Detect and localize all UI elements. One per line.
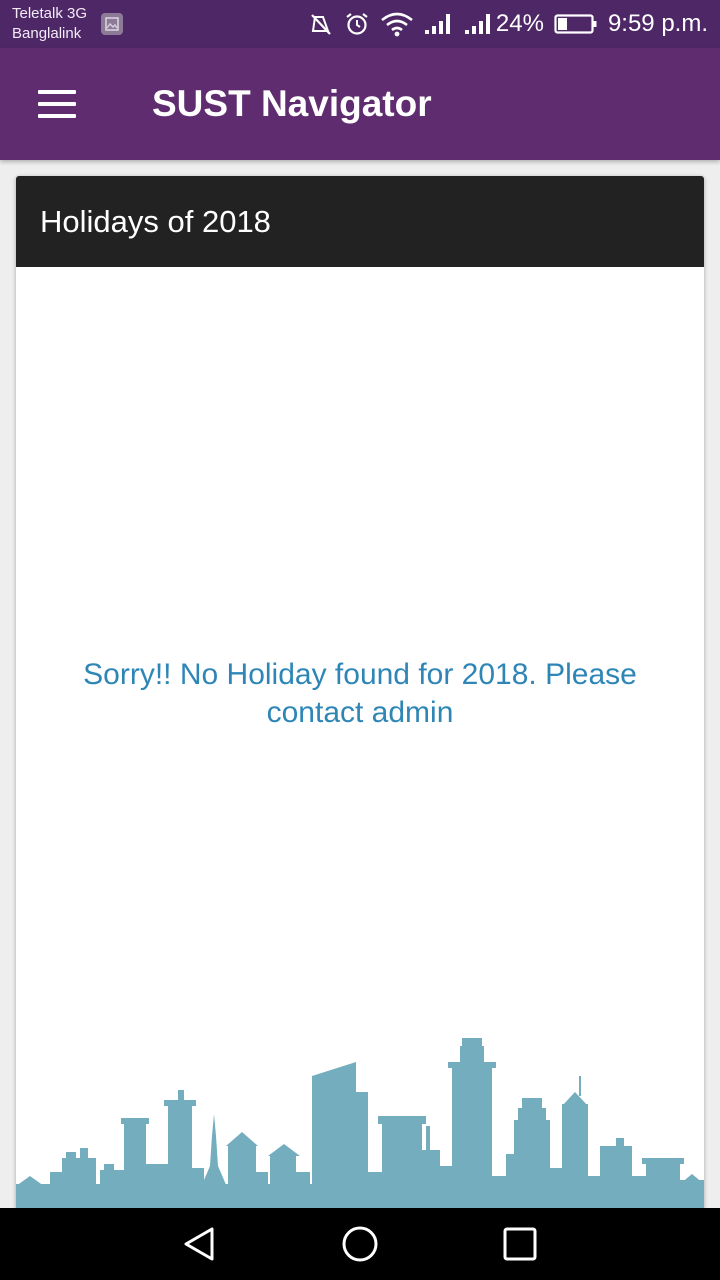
app-title: SUST Navigator xyxy=(152,83,432,124)
status-bar: Teletalk 3G Banglalink 24% 9:59 p.m. xyxy=(0,0,720,48)
signal-icon xyxy=(464,11,494,37)
app-bar: SUST Navigator xyxy=(0,48,720,160)
system-nav-bar xyxy=(0,1208,720,1280)
alarm-icon xyxy=(344,11,370,37)
carrier-info: Teletalk 3G Banglalink xyxy=(12,4,87,44)
status-icons: 24% 9:59 p.m. xyxy=(308,6,708,42)
holidays-card: Holidays of 2018 Sorry!! No Holiday foun… xyxy=(16,176,704,1216)
carrier-name-1: Teletalk 3G xyxy=(12,5,88,22)
signal-icon xyxy=(424,11,454,37)
hamburger-menu-icon[interactable] xyxy=(28,78,84,130)
gallery-icon xyxy=(101,13,123,35)
clock: 9:59 p.m. xyxy=(607,10,708,37)
wifi-icon xyxy=(380,11,414,37)
city-skyline-illustration xyxy=(16,1038,704,1216)
card-header: Holidays of 2018 xyxy=(16,176,704,267)
empty-state-message: Sorry!! No Holiday found for 2018. Pleas… xyxy=(83,658,637,729)
carrier-name-2: Banglalink xyxy=(12,25,82,42)
recents-icon[interactable] xyxy=(500,1224,540,1264)
battery-icon xyxy=(554,12,598,36)
battery-percentage: 24% xyxy=(495,10,544,37)
home-icon[interactable] xyxy=(340,1224,380,1264)
back-icon[interactable] xyxy=(180,1224,220,1264)
card-title: Holidays of 2018 xyxy=(40,204,271,239)
mute-icon xyxy=(308,11,334,37)
